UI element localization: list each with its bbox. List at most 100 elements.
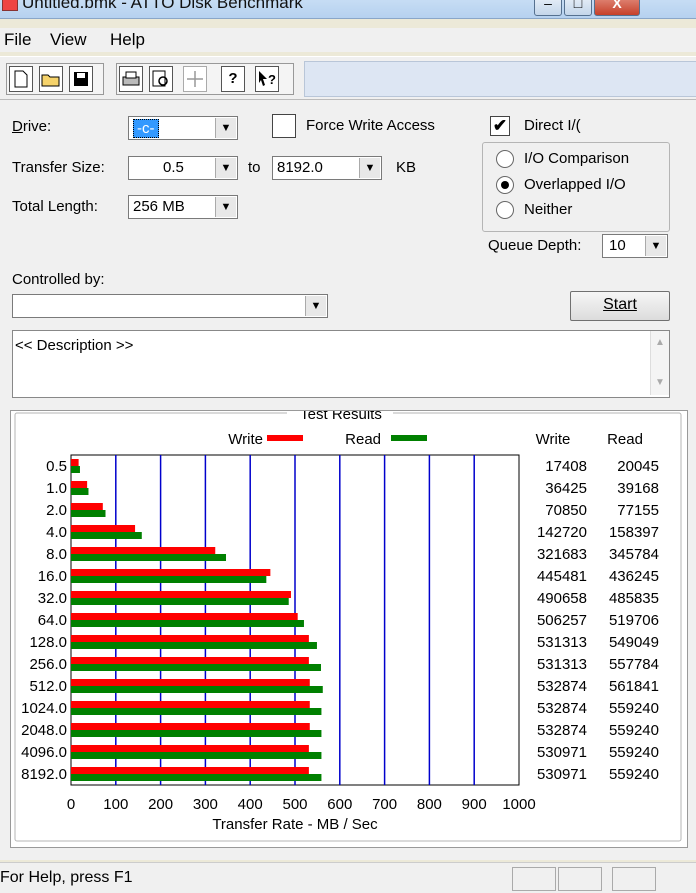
drive-value: -c- bbox=[133, 119, 159, 138]
write-value: 70850 bbox=[545, 502, 587, 519]
bar-read bbox=[71, 730, 322, 737]
y-tick-label: 32.0 bbox=[38, 590, 67, 607]
print-icon[interactable] bbox=[119, 66, 143, 92]
total-length-select[interactable]: 256 MB ▼ bbox=[128, 195, 238, 219]
read-value: 158397 bbox=[609, 524, 659, 541]
minimize-button[interactable]: – bbox=[534, 0, 562, 16]
bar-write bbox=[71, 767, 309, 774]
open-folder-icon[interactable] bbox=[39, 66, 63, 92]
test-results-chart: Test Results Write Read 0 100 200 300 400 500 600… bbox=[14, 405, 682, 842]
bar-read bbox=[71, 488, 89, 495]
bar-write bbox=[71, 591, 291, 598]
scroll-up-icon[interactable]: ▲ bbox=[655, 337, 665, 348]
close-button[interactable]: X bbox=[594, 0, 640, 16]
chevron-down-icon[interactable]: ▼ bbox=[215, 197, 236, 217]
drive-select[interactable]: -c- ▼ bbox=[128, 116, 238, 140]
write-value: 530971 bbox=[537, 766, 587, 783]
move-icon[interactable] bbox=[183, 66, 207, 92]
write-value: 530971 bbox=[537, 744, 587, 761]
controlled-by-select[interactable]: ▼ bbox=[12, 294, 328, 318]
x-tick-label: 0 bbox=[67, 796, 75, 813]
y-tick-label: 0.5 bbox=[46, 458, 67, 475]
direct-io-checkbox[interactable]: ✔ bbox=[490, 116, 510, 136]
neither-radio[interactable] bbox=[496, 201, 514, 219]
chevron-down-icon[interactable]: ▼ bbox=[359, 158, 380, 178]
total-length-label: Total Length: bbox=[12, 198, 98, 215]
write-value: 36425 bbox=[545, 480, 587, 497]
legend-read-label: Read bbox=[345, 431, 381, 448]
transfer-to-select[interactable]: 8192.0 ▼ bbox=[272, 156, 382, 180]
scroll-down-icon[interactable]: ▼ bbox=[655, 377, 665, 388]
save-icon[interactable] bbox=[69, 66, 93, 92]
y-tick-label: 64.0 bbox=[38, 612, 67, 629]
read-value: 485835 bbox=[609, 590, 659, 607]
neither-label[interactable]: Neither bbox=[524, 201, 572, 218]
svg-text:?: ? bbox=[268, 72, 276, 87]
drive-label: Drive: bbox=[12, 118, 52, 135]
to-label: to bbox=[248, 159, 261, 176]
write-value: 490658 bbox=[537, 590, 587, 607]
read-value: 436245 bbox=[609, 568, 659, 585]
bar-write bbox=[71, 723, 310, 730]
force-write-checkbox[interactable] bbox=[272, 114, 296, 138]
read-value: 561841 bbox=[609, 678, 659, 695]
transfer-from-select[interactable]: 0.5 ▼ bbox=[128, 156, 238, 180]
bar-read bbox=[71, 576, 267, 583]
x-tick-label: 700 bbox=[372, 796, 397, 813]
test-results-panel: Test Results Write Read 0 100 200 300 400 500 600… bbox=[10, 405, 688, 848]
read-value: 557784 bbox=[609, 656, 659, 673]
overlapped-io-radio[interactable] bbox=[496, 176, 514, 194]
queue-depth-select[interactable]: 10 ▼ bbox=[602, 234, 668, 258]
tools-toolbar-group: ? ? bbox=[116, 63, 294, 95]
legend-read-swatch bbox=[391, 435, 427, 441]
bar-read bbox=[71, 532, 142, 539]
y-tick-label: 2.0 bbox=[46, 502, 67, 519]
bar-read bbox=[71, 686, 323, 693]
maximize-button[interactable]: □ bbox=[564, 0, 592, 16]
io-comparison-radio[interactable] bbox=[496, 150, 514, 168]
controlled-by-label: Controlled by: bbox=[12, 271, 105, 288]
help-icon[interactable]: ? bbox=[221, 66, 245, 92]
new-file-icon[interactable] bbox=[9, 66, 33, 92]
menu-bar: File View Help bbox=[0, 28, 696, 52]
chevron-down-icon[interactable]: ▼ bbox=[215, 118, 236, 138]
x-tick-label: 900 bbox=[462, 796, 487, 813]
read-value: 559240 bbox=[609, 744, 659, 761]
write-value: 506257 bbox=[537, 612, 587, 629]
force-write-label: Force Write Access bbox=[306, 117, 435, 134]
status-cell-2 bbox=[558, 867, 602, 891]
x-tick-label: 500 bbox=[282, 796, 307, 813]
description-text: << Description >> bbox=[15, 337, 134, 354]
description-textarea[interactable]: << Description >> ▲ ▼ bbox=[12, 330, 670, 398]
table-header-write: Write bbox=[536, 431, 571, 448]
description-scrollbar[interactable]: ▲ ▼ bbox=[650, 331, 669, 395]
chevron-down-icon[interactable]: ▼ bbox=[645, 236, 666, 256]
bar-write bbox=[71, 745, 309, 752]
menu-view[interactable]: View bbox=[50, 30, 87, 50]
write-value: 532874 bbox=[537, 700, 587, 717]
menu-help[interactable]: Help bbox=[110, 30, 145, 50]
queue-depth-value: 10 bbox=[609, 237, 626, 254]
overlapped-io-label[interactable]: Overlapped I/O bbox=[524, 176, 626, 193]
x-tick-label: 200 bbox=[148, 796, 173, 813]
start-button[interactable]: Start bbox=[570, 291, 670, 321]
chevron-down-icon[interactable]: ▼ bbox=[305, 296, 326, 316]
x-tick-label: 1000 bbox=[502, 796, 535, 813]
bar-write bbox=[71, 701, 310, 708]
y-tick-label: 1024.0 bbox=[21, 700, 67, 717]
bar-write bbox=[71, 569, 271, 576]
io-comparison-label[interactable]: I/O Comparison bbox=[524, 150, 629, 167]
chevron-down-icon[interactable]: ▼ bbox=[215, 158, 236, 178]
write-value: 532874 bbox=[537, 722, 587, 739]
print-preview-icon[interactable] bbox=[149, 66, 173, 92]
status-bar: For Help, press F1 bbox=[0, 862, 696, 893]
transfer-to-value: 8192.0 bbox=[277, 159, 323, 176]
table-header-read: Read bbox=[607, 431, 643, 448]
menu-file[interactable]: File bbox=[4, 30, 31, 50]
bar-write bbox=[71, 679, 310, 686]
bar-read bbox=[71, 664, 321, 671]
file-toolbar-group bbox=[6, 63, 104, 95]
read-value: 559240 bbox=[609, 700, 659, 717]
bar-read bbox=[71, 598, 289, 605]
context-help-icon[interactable]: ? bbox=[255, 66, 279, 92]
